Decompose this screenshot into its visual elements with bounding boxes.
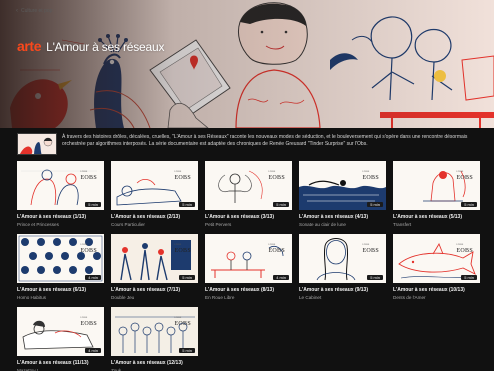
obs-logo-text: EOBS: [456, 175, 473, 181]
episode-card[interactable]: L'OBS EOBS 5 min L'Amour à ses réseaux (2/1…: [111, 161, 198, 227]
duration-badge: 5 min: [461, 202, 477, 207]
episode-thumbnail[interactable]: L'OBS EOBS 5 min: [17, 161, 104, 210]
arte-logo[interactable]: arte: [17, 38, 41, 54]
episode-subtitle: Homo Habitus: [17, 295, 47, 300]
obs-logo-text: EOBS: [268, 248, 285, 254]
series-description: À travers des histoires drôles, décalées…: [17, 133, 487, 157]
episode-thumbnail[interactable]: L'OBS EOBS 5 min: [393, 234, 480, 283]
episode-card[interactable]: L'OBS EOBS 5 min L'Amour à ses réseaux (3/1…: [205, 161, 292, 227]
obs-logo: L'OBS EOBS: [80, 315, 97, 327]
duration-badge: 4 min: [273, 275, 289, 280]
obs-logo: L'OBS EOBS: [174, 169, 191, 181]
episode-card[interactable]: L'OBS EOBS 5 min L'Amour à ses réseaux (10/…: [393, 234, 480, 300]
series-thumbnail-art: [18, 134, 56, 154]
episode-card[interactable]: L'OBS EOBS 5 min L'Amour à ses réseaux (12/…: [111, 307, 198, 371]
episode-subtitle: Prince et Princesses: [17, 222, 59, 227]
episode-subtitle: Sonate au clair de lune: [299, 222, 346, 227]
obs-logo: L'OBS EOBS: [80, 242, 97, 254]
duration-badge: 5 min: [179, 275, 195, 280]
obs-logo-text: EOBS: [174, 175, 191, 181]
duration-badge: 4 min: [85, 348, 101, 353]
brand-header: arte L'Amour à ses réseaux: [17, 38, 164, 54]
obs-logo-text: EOBS: [362, 248, 379, 254]
duration-badge: 5 min: [179, 202, 195, 207]
obs-logo-text: EOBS: [80, 248, 97, 254]
chevron-left-icon: ‹: [16, 8, 18, 14]
episode-thumbnail[interactable]: L'OBS EOBS 5 min: [299, 234, 386, 283]
episode-title[interactable]: L'Amour à ses réseaux (9/13): [299, 287, 386, 293]
obs-logo: L'OBS EOBS: [174, 242, 191, 254]
duration-badge: 5 min: [273, 202, 289, 207]
episode-card[interactable]: L'OBS EOBS 5 min L'Amour à ses réseaux (7/1…: [111, 234, 198, 300]
episode-thumbnail[interactable]: L'OBS EOBS 4 min: [205, 234, 292, 283]
obs-logo-text: EOBS: [456, 248, 473, 254]
hero-banner: ‹ Culture et pop arte L'Amour à ses rése…: [0, 0, 494, 128]
obs-logo: L'OBS EOBS: [80, 169, 97, 181]
page-title: L'Amour à ses réseaux: [46, 40, 165, 54]
episode-title[interactable]: L'Amour à ses réseaux (6/13): [17, 287, 104, 293]
episode-subtitle: Petit Pervers: [205, 222, 232, 227]
duration-badge: 4 min: [85, 275, 101, 280]
episode-subtitle: Transfert: [393, 222, 412, 227]
obs-logo: L'OBS EOBS: [268, 169, 285, 181]
episode-title[interactable]: L'Amour à ses réseaux (5/13): [393, 214, 480, 220]
episode-thumbnail[interactable]: L'OBS EOBS 5 min: [111, 161, 198, 210]
episode-thumbnail[interactable]: L'OBS EOBS 5 min: [299, 161, 386, 210]
hero-illustration: [0, 0, 494, 128]
back-link-label: Culture et pop: [21, 8, 53, 14]
episode-subtitle: Le Cabinet: [299, 295, 322, 300]
episode-thumbnail[interactable]: L'OBS EOBS 5 min: [393, 161, 480, 210]
episode-title[interactable]: L'Amour à ses réseaux (10/13): [393, 287, 480, 293]
episode-card[interactable]: L'OBS EOBS 4 min L'Amour à ses réseaux (11/…: [17, 307, 104, 371]
episode-title[interactable]: L'Amour à ses réseaux (3/13): [205, 214, 292, 220]
series-thumbnail: [17, 133, 57, 155]
obs-logo-text: EOBS: [80, 175, 97, 181]
obs-logo: L'OBS EOBS: [268, 242, 285, 254]
episode-subtitle: Double Jeu: [111, 295, 135, 300]
episode-thumbnail[interactable]: L'OBS EOBS 4 min: [17, 307, 104, 356]
obs-logo: L'OBS EOBS: [362, 169, 379, 181]
back-link[interactable]: ‹ Culture et pop: [16, 8, 52, 14]
obs-logo-text: EOBS: [174, 321, 191, 327]
duration-badge: 5 min: [85, 202, 101, 207]
episode-title[interactable]: L'Amour à ses réseaux (2/13): [111, 214, 198, 220]
episode-card[interactable]: L'OBS EOBS 5 min L'Amour à ses réseaux (1/1…: [17, 161, 104, 227]
episode-thumbnail[interactable]: L'OBS EOBS 4 min: [17, 234, 104, 283]
duration-badge: 5 min: [367, 275, 383, 280]
episode-card[interactable]: L'OBS EOBS 5 min L'Amour à ses réseaux (4/1…: [299, 161, 386, 227]
episode-title[interactable]: L'Amour à ses réseaux (11/13): [17, 360, 104, 366]
duration-badge: 5 min: [367, 202, 383, 207]
obs-logo-text: EOBS: [80, 321, 97, 327]
episode-title[interactable]: L'Amour à ses réseaux (8/13): [205, 287, 292, 293]
episode-card[interactable]: L'OBS EOBS 4 min L'Amour à ses réseaux (8/1…: [205, 234, 292, 300]
duration-badge: 5 min: [179, 348, 195, 353]
duration-badge: 5 min: [461, 275, 477, 280]
episode-thumbnail[interactable]: L'OBS EOBS 5 min: [205, 161, 292, 210]
obs-logo-text: EOBS: [362, 175, 379, 181]
obs-logo: L'OBS EOBS: [362, 242, 379, 254]
episode-card[interactable]: L'OBS EOBS 4 min L'Amour à ses réseaux (6/1…: [17, 234, 104, 300]
episode-subtitle: Cours Particulier: [111, 222, 145, 227]
obs-logo-text: EOBS: [174, 248, 191, 254]
episode-title[interactable]: L'Amour à ses réseaux (4/13): [299, 214, 386, 220]
episode-subtitle: Dents de l'Amer: [393, 295, 426, 300]
series-description-text: À travers des histoires drôles, décalées…: [62, 134, 468, 147]
episode-title[interactable]: L'Amour à ses réseaux (1/13): [17, 214, 104, 220]
episode-thumbnail[interactable]: L'OBS EOBS 5 min: [111, 307, 198, 356]
obs-logo: L'OBS EOBS: [456, 169, 473, 181]
episode-subtitle: En Roue Libre: [205, 295, 235, 300]
obs-logo: L'OBS EOBS: [174, 315, 191, 327]
episode-card[interactable]: L'OBS EOBS 5 min L'Amour à ses réseaux (5/1…: [393, 161, 480, 227]
episode-thumbnail[interactable]: L'OBS EOBS 5 min: [111, 234, 198, 283]
obs-logo-text: EOBS: [268, 175, 285, 181]
episode-title[interactable]: L'Amour à ses réseaux (12/13): [111, 360, 198, 366]
episode-card[interactable]: L'OBS EOBS 5 min L'Amour à ses réseaux (9/1…: [299, 234, 386, 300]
obs-logo: L'OBS EOBS: [456, 242, 473, 254]
episode-title[interactable]: L'Amour à ses réseaux (7/13): [111, 287, 198, 293]
